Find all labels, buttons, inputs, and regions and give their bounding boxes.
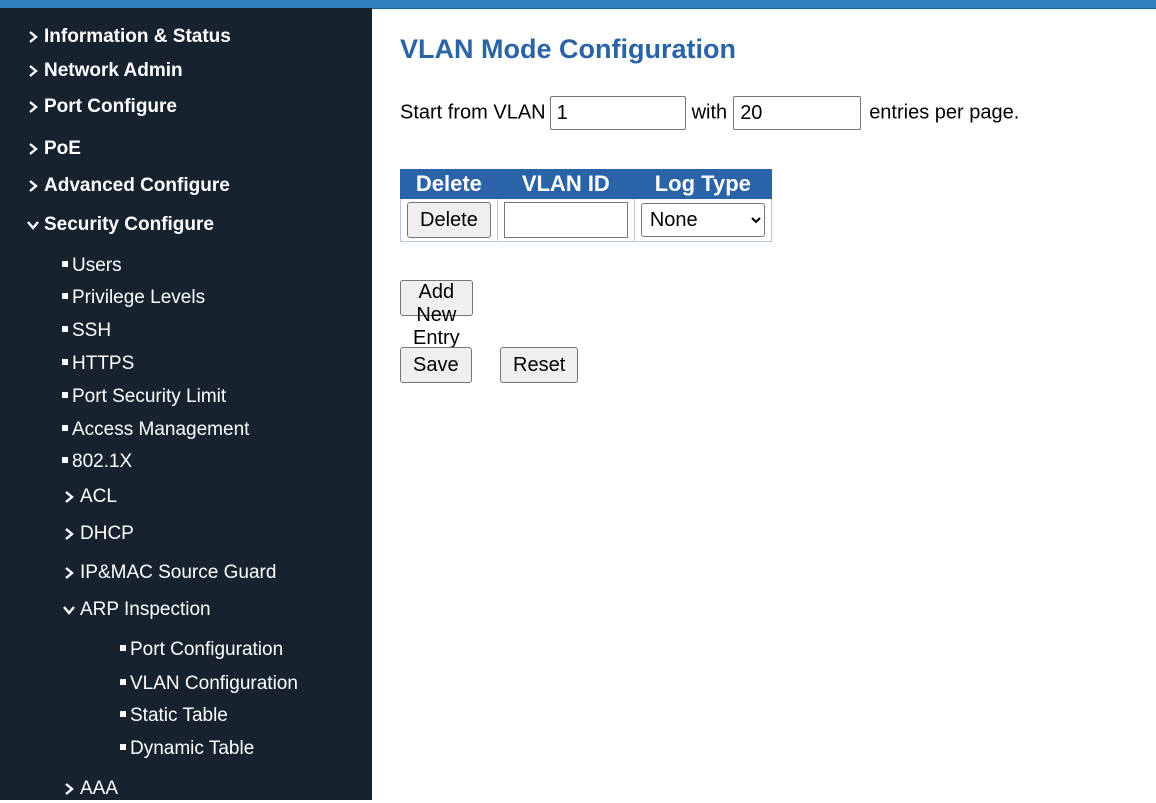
sidebar-item-label: Information & Status (44, 26, 231, 47)
sidebar: Information & Status Network Admin Port … (0, 8, 372, 800)
sidebar-item-label: PoE (44, 138, 81, 159)
paging-suffix-label: entries per page. (869, 101, 1020, 124)
bullet-icon (62, 358, 68, 365)
sidebar-item-802-1x[interactable]: 802.1X (62, 448, 132, 476)
sidebar-item-port-configure[interactable]: Port Configure (26, 93, 177, 121)
page-title: VLAN Mode Configuration (400, 34, 736, 64)
bullet-icon (120, 678, 126, 685)
sidebar-item-label: SSH (72, 320, 112, 341)
table-row: Delete None (400, 198, 772, 242)
chevron-right-icon (62, 559, 76, 587)
sidebar-item-dhcp[interactable]: DHCP (62, 520, 134, 548)
sidebar-item-label: Network Admin (44, 60, 183, 81)
add-new-entry-button[interactable]: Add New Entry (400, 280, 473, 349)
sidebar-item-label: HTTPS (72, 353, 135, 374)
sidebar-item-https[interactable]: HTTPS (62, 350, 134, 378)
start-vlan-input[interactable] (549, 96, 686, 130)
sidebar-item-dynamic-table[interactable]: Dynamic Table (120, 735, 254, 763)
sidebar-item-label: Access Management (72, 419, 250, 440)
chevron-right-icon (62, 775, 76, 803)
sidebar-item-information-status[interactable]: Information & Status (26, 23, 231, 51)
sidebar-item-label: Port Security Limit (72, 386, 227, 407)
paging-with-label: with (691, 101, 728, 124)
sidebar-item-arp-inspection[interactable]: ARP Inspection (62, 596, 211, 624)
sidebar-item-label: Static Table (130, 705, 228, 726)
paging-controls: Start from VLAN with entries per page. (400, 96, 1019, 136)
sidebar-item-label: 802.1X (72, 451, 133, 472)
sidebar-item-label: Advanced Configure (44, 175, 230, 196)
bullet-icon (62, 456, 68, 463)
sidebar-item-access-management[interactable]: Access Management (62, 416, 249, 444)
sidebar-item-security-configure[interactable]: Security Configure (26, 211, 214, 239)
delete-button[interactable]: Delete (407, 202, 491, 238)
chevron-right-icon (26, 93, 40, 121)
sidebar-item-port-security-limit[interactable]: Port Security Limit (62, 383, 226, 411)
sidebar-item-label: Port Configure (44, 96, 177, 117)
sidebar-item-label: VLAN Configuration (130, 673, 298, 694)
sidebar-item-label: ACL (80, 486, 117, 507)
vlan-id-cell (496, 198, 635, 242)
chevron-down-icon (26, 211, 40, 239)
sidebar-item-label: Dynamic Table (130, 738, 255, 759)
sidebar-item-label: Port Configuration (130, 639, 284, 660)
log-type-select[interactable]: None (640, 203, 765, 237)
bullet-icon (62, 325, 68, 332)
sidebar-item-vlan-configuration[interactable]: VLAN Configuration (120, 670, 298, 698)
reset-button[interactable]: Reset (500, 347, 579, 383)
bullet-icon (62, 424, 68, 431)
chevron-right-icon (62, 483, 76, 511)
table-header-row: Delete VLAN ID Log Type (400, 169, 772, 199)
sidebar-item-label: DHCP (80, 523, 134, 544)
sidebar-item-privilege-levels[interactable]: Privilege Levels (62, 284, 205, 312)
column-header-log-type: Log Type (633, 169, 772, 199)
chevron-right-icon (62, 520, 76, 548)
bullet-icon (62, 260, 68, 267)
sidebar-item-label: Users (72, 255, 122, 276)
sidebar-item-acl[interactable]: ACL (62, 483, 117, 511)
sidebar-item-ip-mac-source-guard[interactable]: IP&MAC Source Guard (62, 559, 276, 587)
chevron-right-icon (26, 135, 40, 163)
column-header-delete: Delete (400, 169, 498, 199)
paging-prefix-label: Start from VLAN (400, 101, 546, 124)
chevron-right-icon (26, 23, 40, 51)
entries-per-page-input[interactable] (733, 96, 862, 130)
sidebar-item-label: AAA (80, 778, 119, 799)
sidebar-item-label: ARP Inspection (80, 599, 211, 620)
column-header-vlan-id: VLAN ID (496, 169, 635, 199)
sidebar-item-ssh[interactable]: SSH (62, 317, 111, 345)
sidebar-item-aaa[interactable]: AAA (62, 775, 118, 803)
sidebar-item-label: IP&MAC Source Guard (80, 562, 277, 583)
sidebar-item-users[interactable]: Users (62, 252, 122, 280)
chevron-down-icon (62, 596, 76, 624)
vlan-config-table: Delete VLAN ID Log Type Delete None (400, 169, 772, 242)
sidebar-item-label: Security Configure (44, 214, 214, 235)
vlan-id-input[interactable] (503, 202, 628, 238)
sidebar-item-port-configuration[interactable]: Port Configuration (120, 636, 283, 664)
log-type-cell: None (633, 198, 772, 242)
sidebar-item-poe[interactable]: PoE (26, 135, 81, 163)
bullet-icon (120, 743, 126, 750)
bullet-icon (120, 644, 126, 651)
sidebar-item-static-table[interactable]: Static Table (120, 702, 228, 730)
delete-cell: Delete (400, 198, 498, 242)
chevron-right-icon (26, 172, 40, 200)
sidebar-item-advanced-configure[interactable]: Advanced Configure (26, 172, 230, 200)
save-button[interactable]: Save (400, 347, 472, 383)
sidebar-item-network-admin[interactable]: Network Admin (26, 57, 183, 85)
sidebar-item-label: Privilege Levels (72, 287, 206, 308)
bullet-icon (62, 391, 68, 398)
bullet-icon (62, 292, 68, 299)
bullet-icon (120, 710, 126, 717)
chevron-right-icon (26, 57, 40, 85)
